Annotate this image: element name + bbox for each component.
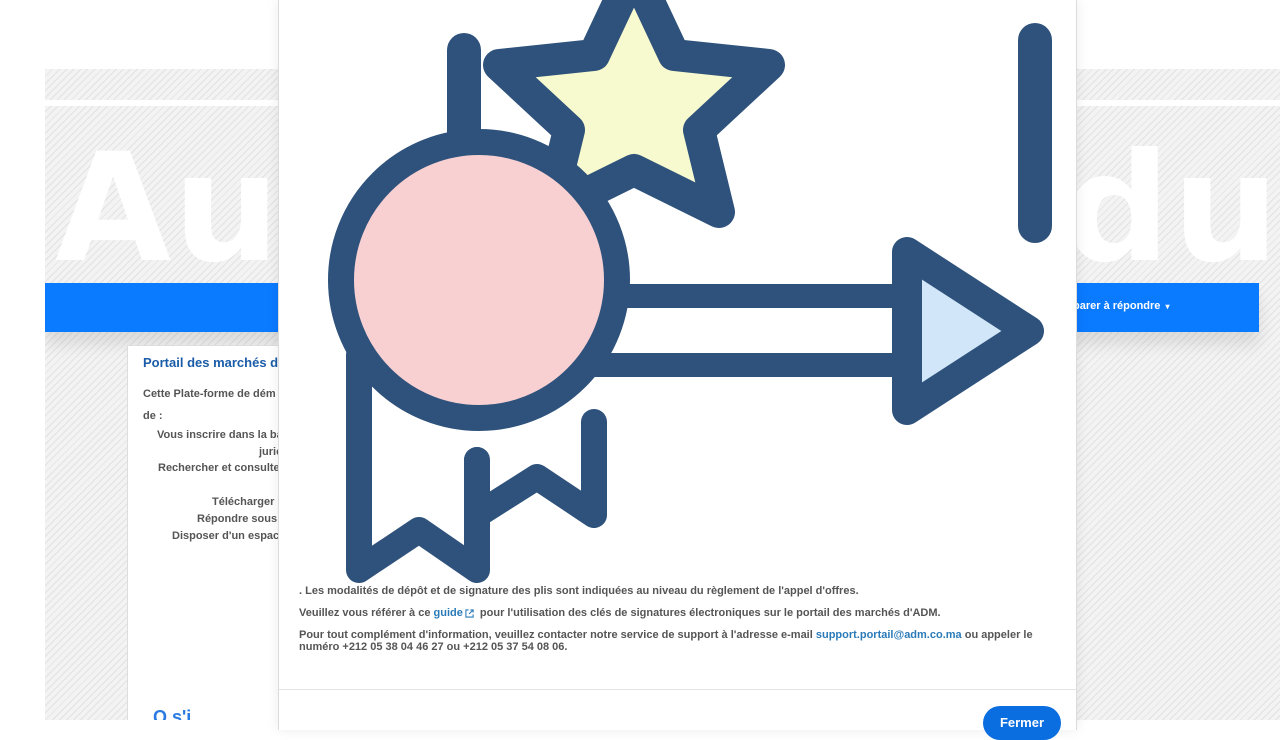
panel-line: Cette Plate-forme de dém bbox=[143, 388, 276, 400]
panel-title: Portail des marchés d'A bbox=[143, 355, 291, 370]
support-email-link[interactable]: support.portail@adm.co.ma bbox=[816, 629, 962, 641]
award-ribbon-star-arrow-icon bbox=[328, 0, 1052, 583]
modal-paragraph-support: Pour tout complément d'information, veui… bbox=[299, 629, 1054, 653]
guide-link-label: guide bbox=[433, 607, 463, 619]
panel-line: de : bbox=[143, 410, 163, 422]
nav-item-prepare-respond[interactable]: parer à répondre ▾ bbox=[1073, 300, 1170, 312]
hero-text-left: Au bbox=[55, 122, 282, 296]
modal-paragraph-deposit: . Les modalités de dépôt et de signature… bbox=[299, 585, 859, 597]
caret-down-icon: ▾ bbox=[1165, 302, 1170, 311]
guide-text-after: pour l'utilisation des clés de signature… bbox=[476, 607, 941, 619]
ribbon-tail-right bbox=[464, 409, 607, 528]
guide-link[interactable]: guide bbox=[434, 607, 477, 619]
info-modal: . Les modalités de dépôt et de signature… bbox=[278, 0, 1077, 740]
panel-link[interactable]: Q s'i bbox=[153, 707, 191, 720]
nav-item-label: parer à répondre bbox=[1073, 300, 1161, 312]
medal-circle bbox=[328, 129, 630, 431]
support-text-before: Pour tout complément d'information, veui… bbox=[299, 629, 816, 641]
modal-footer-divider bbox=[279, 689, 1076, 690]
guide-text-before: Veuillez vous référer à ce bbox=[299, 607, 434, 619]
external-link-icon bbox=[465, 608, 474, 618]
panel-line: Télécharger l bbox=[212, 496, 281, 508]
close-button[interactable]: Fermer bbox=[983, 706, 1061, 740]
panel-line: Répondre sous f bbox=[197, 513, 284, 525]
panel-line: Disposer d'un espace bbox=[172, 530, 286, 542]
modal-body: . Les modalités de dépôt et de signature… bbox=[299, 585, 1054, 663]
modal-paragraph-guide: Veuillez vous référer à ce guide pour l'… bbox=[299, 607, 1054, 619]
panel-line: Rechercher et consulter bbox=[158, 462, 284, 474]
panel-line: Vous inscrire dans la bas bbox=[157, 429, 289, 441]
hero-text-right: du bbox=[1063, 122, 1280, 296]
arrow-head bbox=[892, 237, 1044, 425]
